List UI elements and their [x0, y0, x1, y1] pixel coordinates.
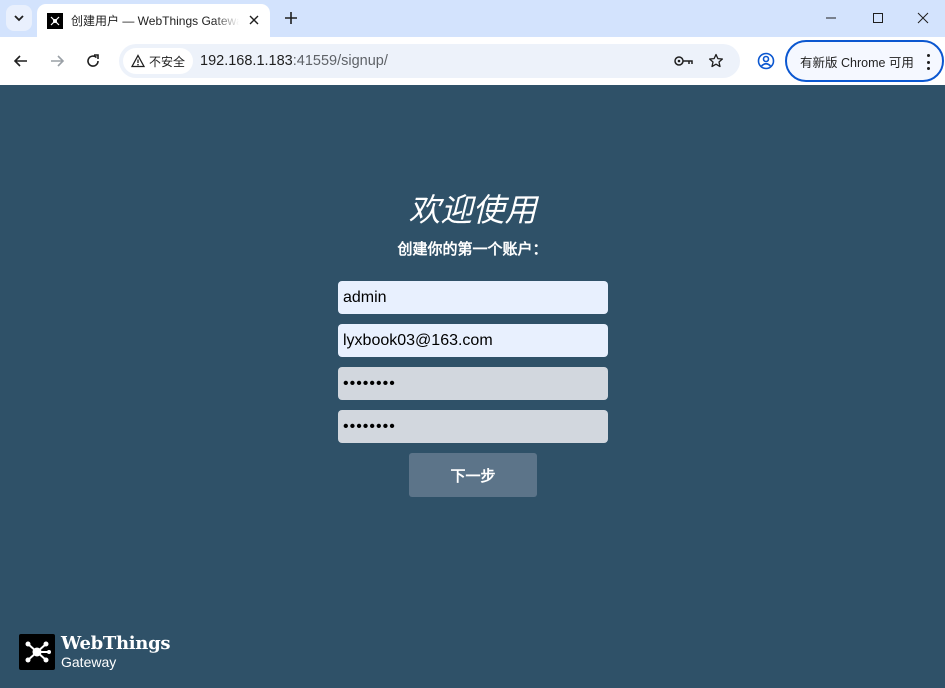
- name-input[interactable]: [338, 281, 608, 314]
- tab-title: 创建用户 — WebThings Gateway: [71, 14, 239, 28]
- key-icon[interactable]: [673, 50, 695, 72]
- url-path: :41559/signup/: [292, 53, 388, 69]
- reload-icon[interactable]: [80, 48, 106, 74]
- browser-toolbar: 不安全 192.168.1.183:41559/signup/ 有新版 Chro…: [0, 37, 945, 85]
- tab-strip: 创建用户 — WebThings Gateway: [0, 0, 945, 37]
- new-tab-plus-icon[interactable]: [280, 7, 302, 29]
- browser-tab[interactable]: 创建用户 — WebThings Gateway: [37, 4, 270, 37]
- security-chip[interactable]: 不安全: [123, 48, 194, 74]
- webthings-logo-icon: [19, 634, 55, 670]
- webthings-favicon-icon: [47, 12, 63, 29]
- logo-name: WebThings: [61, 633, 171, 654]
- confirm-password-input[interactable]: [338, 410, 608, 443]
- profile-icon[interactable]: [754, 49, 778, 73]
- welcome-heading: 欢迎使用: [408, 192, 537, 228]
- minimize-icon[interactable]: [808, 0, 854, 36]
- tab-close-icon[interactable]: [246, 12, 262, 28]
- url-host: 192.168.1.183: [200, 53, 293, 69]
- maximize-icon[interactable]: [855, 0, 901, 36]
- webthings-logo: WebThings Gateway: [19, 633, 171, 670]
- logo-subtitle: Gateway: [61, 654, 117, 670]
- window-close-icon[interactable]: [900, 0, 945, 36]
- chrome-update-button[interactable]: 有新版 Chrome 可用: [785, 40, 944, 82]
- signup-subtitle: 创建你的第一个账户：: [397, 241, 548, 258]
- address-bar[interactable]: 不安全 192.168.1.183:41559/signup/: [119, 44, 740, 78]
- url-text: 192.168.1.183:41559/signup/: [200, 53, 388, 69]
- update-label: 有新版 Chrome 可用: [800, 55, 914, 70]
- security-label: 不安全: [149, 54, 186, 69]
- password-input[interactable]: [338, 367, 608, 400]
- tab-search-button[interactable]: [6, 5, 32, 31]
- signup-page: 欢迎使用 创建你的第一个账户： 下一步: [0, 85, 945, 688]
- next-button[interactable]: 下一步: [409, 453, 537, 497]
- chevron-down-icon: [14, 15, 24, 22]
- back-arrow-icon[interactable]: [8, 48, 34, 74]
- email-input[interactable]: [338, 324, 608, 357]
- star-icon[interactable]: [705, 50, 727, 72]
- warning-icon: [131, 54, 145, 68]
- forward-arrow-icon[interactable]: [44, 48, 70, 74]
- more-vert-icon[interactable]: [924, 54, 932, 70]
